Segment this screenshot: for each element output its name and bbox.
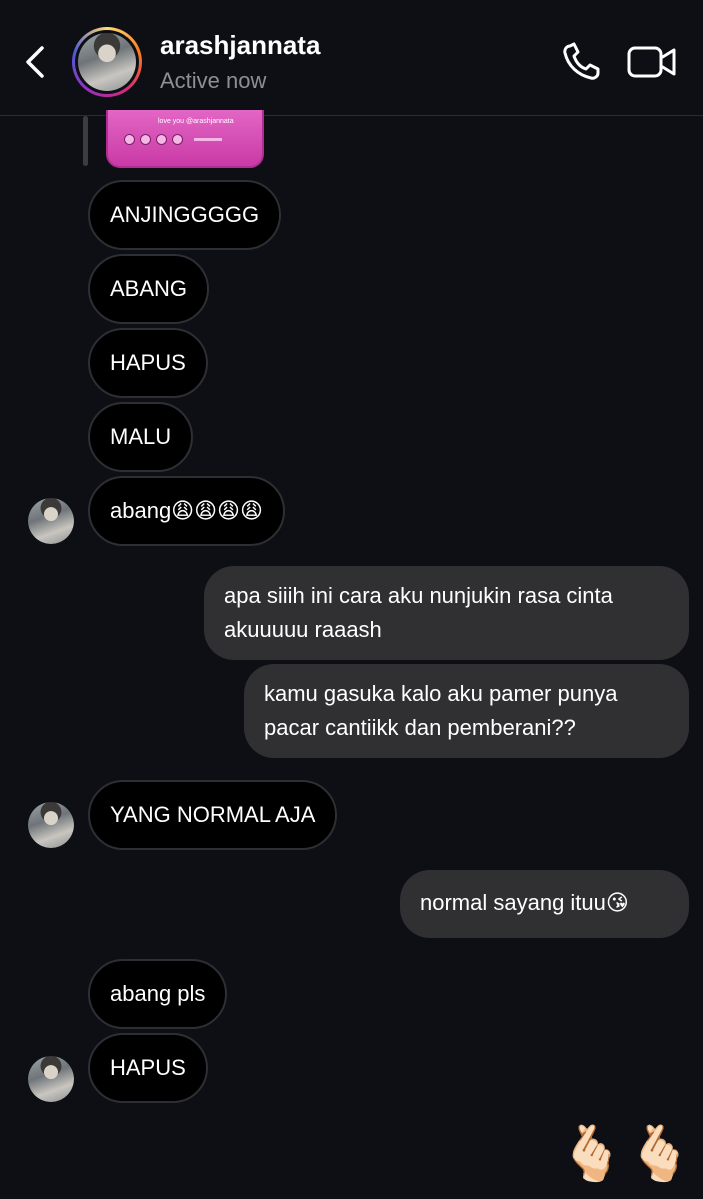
post-caption: love you @arashjannata — [158, 118, 234, 125]
phone-icon — [563, 42, 600, 80]
sender-avatar[interactable] — [28, 1056, 74, 1102]
music-player-controls — [124, 134, 222, 145]
play-icon — [124, 134, 135, 145]
incoming-message[interactable]: YANG NORMAL AJA — [88, 780, 338, 850]
incoming-message[interactable]: abang😩😩😩😩 — [88, 476, 285, 546]
profile-avatar[interactable] — [72, 27, 142, 97]
heart-hands-emoji[interactable]: 🫰🏻 — [626, 1122, 693, 1186]
chat-header: arashjannata Active now — [0, 0, 703, 116]
sender-avatar[interactable] — [28, 498, 74, 544]
avatar-image — [78, 33, 136, 91]
volume-icon — [172, 134, 183, 145]
outgoing-message[interactable]: kamu gasuka kalo aku pamer punya pacar c… — [244, 664, 689, 758]
outgoing-message[interactable]: normal sayang ituu😘 — [400, 870, 689, 938]
rewind-icon — [140, 134, 151, 145]
heart-hands-emoji[interactable]: 🫰🏻 — [558, 1122, 625, 1186]
forward-icon — [156, 134, 167, 145]
video-call-button[interactable] — [626, 42, 678, 82]
active-status: Active now — [160, 68, 267, 93]
incoming-message[interactable]: ABANG — [88, 254, 210, 324]
voice-call-button[interactable] — [560, 42, 604, 82]
contact-username[interactable]: arashjannata — [160, 30, 320, 61]
reply-indicator-line — [83, 116, 88, 166]
incoming-message[interactable]: ANJINGGGGG — [88, 180, 282, 250]
shared-post-preview[interactable]: love you @arashjannata — [106, 110, 264, 168]
progress-bar — [194, 138, 222, 141]
chevron-left-icon — [26, 46, 44, 78]
chat-screen: arashjannata Active now love you @arashj… — [0, 0, 703, 1199]
incoming-message[interactable]: HAPUS — [88, 1033, 208, 1103]
outgoing-message[interactable]: apa siiih ini cara aku nunjukin rasa cin… — [204, 566, 689, 660]
incoming-message[interactable]: HAPUS — [88, 328, 208, 398]
video-camera-icon — [627, 46, 676, 78]
incoming-message[interactable]: abang pls — [88, 959, 228, 1029]
incoming-message[interactable]: MALU — [88, 402, 194, 472]
back-button[interactable] — [20, 40, 52, 84]
sender-avatar[interactable] — [28, 802, 74, 848]
